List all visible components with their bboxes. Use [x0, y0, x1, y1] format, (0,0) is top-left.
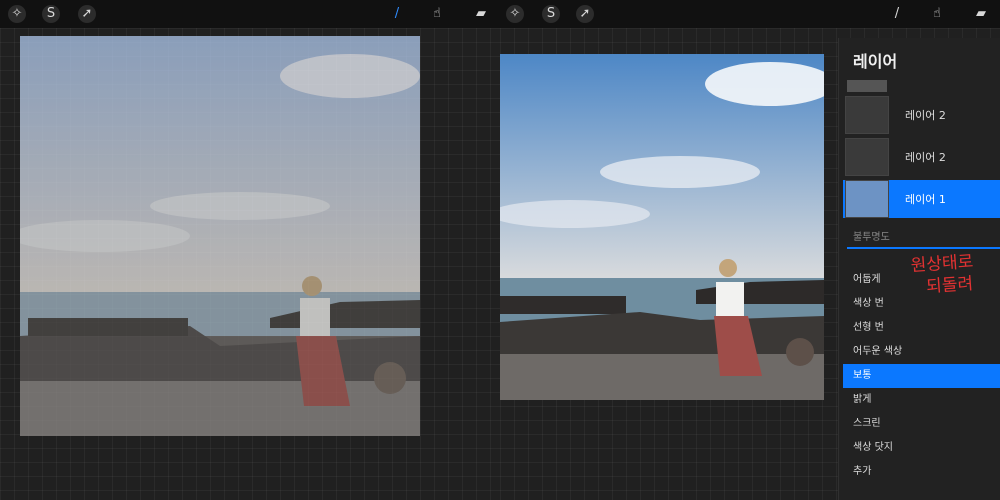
blend-mode-item[interactable]: 스크린 — [843, 412, 1000, 436]
blend-mode-item[interactable]: 선형 번 — [843, 316, 1000, 340]
eraser-icon[interactable]: ▰ — [472, 5, 490, 23]
eraser-icon[interactable]: ▰ — [972, 5, 990, 23]
brush-icon[interactable]: / — [388, 5, 406, 23]
photo-original — [500, 54, 824, 400]
photo-faded-layer — [20, 36, 420, 436]
opacity-slider[interactable] — [847, 247, 1000, 249]
layer-name: 레이어 2 — [905, 151, 946, 164]
layer-thumbnail — [845, 138, 889, 176]
handwritten-annotation: 원상태로 되돌려 — [910, 249, 1000, 315]
magic-wand-icon[interactable]: ✧ — [506, 5, 524, 23]
layer-thumbnail-partial[interactable] — [847, 80, 887, 92]
blend-mode-item[interactable]: 어두운 색상 — [843, 340, 1000, 364]
selection-icon[interactable]: S — [42, 5, 60, 23]
blend-mode-item[interactable]: 추가 — [843, 460, 1000, 484]
blend-mode-item-selected[interactable]: 보통 — [843, 364, 1000, 388]
layer-thumbnail — [845, 180, 889, 218]
layer-row-active[interactable]: 레이어 1 — [843, 180, 1000, 218]
top-toolbar-right: ✧ S ➚ / ☝ ▰ — [500, 0, 1000, 28]
top-toolbar-left: ✧ S ➚ / ☝ ▰ — [0, 0, 500, 28]
transform-icon[interactable]: ➚ — [576, 5, 594, 23]
layer-name: 레이어 2 — [905, 109, 946, 122]
smudge-icon[interactable]: ☝ — [428, 5, 446, 23]
brush-icon[interactable]: / — [888, 5, 906, 23]
magic-wand-icon[interactable]: ✧ — [8, 5, 26, 23]
opacity-label: 불투명도 — [853, 232, 890, 243]
selection-icon[interactable]: S — [542, 5, 560, 23]
layer-row[interactable]: 레이어 2 — [843, 96, 1000, 134]
blend-mode-item[interactable]: 밝게 — [843, 388, 1000, 412]
layers-panel-title: 레이어 — [853, 52, 898, 71]
transform-icon[interactable]: ➚ — [78, 5, 96, 23]
smudge-icon[interactable]: ☝ — [928, 5, 946, 23]
layer-thumbnail — [845, 96, 889, 134]
blend-mode-item[interactable]: 색상 닷지 — [843, 436, 1000, 460]
layer-name: 레이어 1 — [905, 193, 946, 206]
canvas-left: ✧ S ➚ / ☝ ▰ — [0, 0, 500, 500]
layer-row[interactable]: 레이어 2 — [843, 138, 1000, 176]
annotation-line: 되돌려 — [925, 273, 974, 298]
